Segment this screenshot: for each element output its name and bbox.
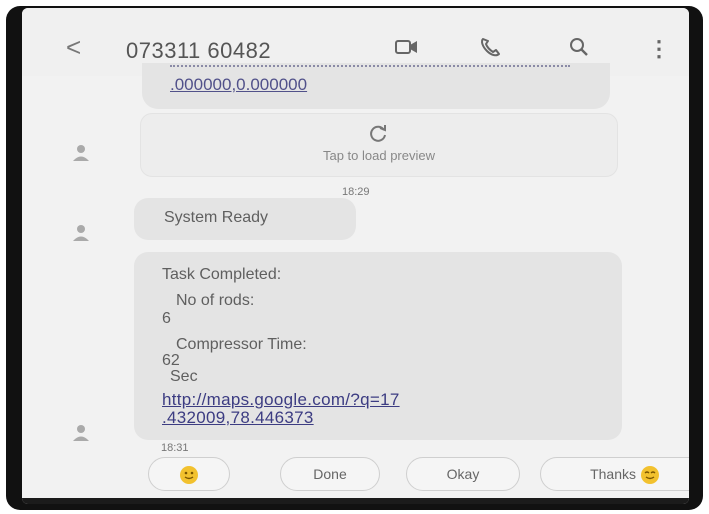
quick-reply-done-chip[interactable]: Done xyxy=(280,457,380,491)
message-timestamp: 18:29 xyxy=(342,186,370,198)
rods-label: No of rods: xyxy=(176,292,255,309)
quick-reply-okay-chip[interactable]: Okay xyxy=(406,457,520,491)
phone-call-icon[interactable] xyxy=(478,36,504,58)
quick-reply-thanks-chip[interactable]: Thanks xyxy=(540,457,689,491)
message-timestamp: 18:31 xyxy=(161,442,189,454)
contact-avatar-icon xyxy=(73,145,89,161)
more-options-icon[interactable]: ⋮ xyxy=(648,36,670,61)
link-top-fragment xyxy=(170,65,570,73)
contact-avatar-icon xyxy=(73,425,89,441)
compressor-time-label: Compressor Time: xyxy=(176,336,307,353)
messages-screen: < 073311 60482 ⋮ .000000,0.000000 Tap to… xyxy=(22,8,689,504)
chip-label: Done xyxy=(313,466,347,482)
contact-avatar-icon xyxy=(73,225,89,241)
refresh-icon[interactable] xyxy=(367,122,389,144)
link-fragment[interactable]: .000000,0.000000 xyxy=(170,75,307,95)
search-icon[interactable] xyxy=(567,36,593,58)
task-heading: Task Completed: xyxy=(162,266,282,283)
link-message-bubble: .000000,0.000000 xyxy=(142,63,610,109)
link-preview-card[interactable]: Tap to load preview xyxy=(140,113,618,177)
chip-label: Thanks xyxy=(590,466,637,482)
map-link-line-2[interactable]: .432009,78.446373 xyxy=(162,408,314,428)
smiley-emoji-icon xyxy=(640,466,659,485)
back-icon[interactable]: < xyxy=(66,34,81,60)
message-text: System Ready xyxy=(164,209,269,226)
tap-to-load-preview-label: Tap to load preview xyxy=(322,148,435,163)
quick-reply-emoji-chip[interactable] xyxy=(148,457,230,491)
map-link-line-1[interactable]: http://maps.google.com/?q=17 xyxy=(162,390,400,410)
navigation-bar xyxy=(22,498,689,504)
video-call-icon[interactable] xyxy=(394,36,420,58)
rods-value: 6 xyxy=(162,310,171,327)
phone-frame: < 073311 60482 ⋮ .000000,0.000000 Tap to… xyxy=(6,6,703,510)
chip-label: Okay xyxy=(446,466,480,482)
task-completed-message[interactable]: Task Completed: No of rods: 6 Compressor… xyxy=(134,252,622,440)
smiley-emoji-icon xyxy=(180,466,198,485)
contact-number-title: 073311 60482 xyxy=(126,38,272,63)
system-ready-message[interactable]: System Ready xyxy=(134,198,356,240)
compressor-time-unit: Sec xyxy=(170,368,198,385)
